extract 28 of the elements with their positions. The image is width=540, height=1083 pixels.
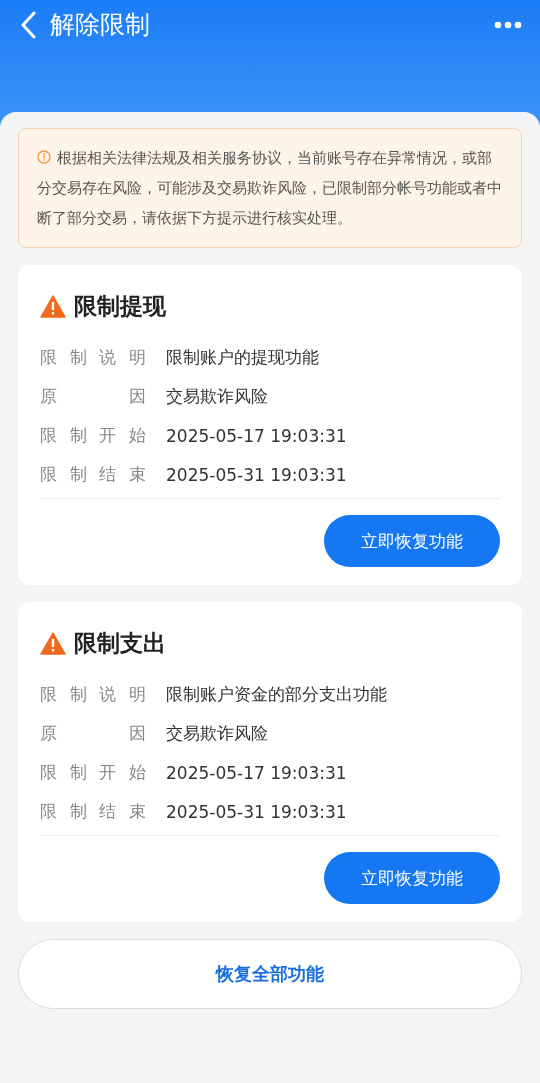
field-value: 交易欺诈风险 — [166, 385, 268, 408]
field-label: 限制开始 — [40, 761, 146, 784]
field-value: 交易欺诈风险 — [166, 722, 268, 745]
field-label: 限制开始 — [40, 424, 146, 447]
field-value: 2025-05-31 19:03:31 — [166, 801, 347, 822]
back-icon[interactable] — [20, 11, 36, 39]
card-title: 限制提现 — [74, 292, 166, 321]
field-label: 限制说明 — [40, 346, 146, 369]
field-value: 2025-05-17 19:03:31 — [166, 762, 347, 783]
field-value: 2025-05-31 19:03:31 — [166, 464, 347, 485]
field-label: 原因 — [40, 385, 146, 408]
info-icon — [37, 150, 51, 164]
field-value: 限制账户的提现功能 — [166, 346, 319, 369]
field-label: 原因 — [40, 722, 146, 745]
field-label: 限制结束 — [40, 800, 146, 823]
more-icon[interactable] — [494, 21, 522, 29]
page-title: 解除限制 — [50, 10, 151, 40]
card-title: 限制支出 — [74, 629, 166, 658]
field-label: 限制结束 — [40, 463, 146, 486]
field-value: 2025-05-17 19:03:31 — [166, 425, 347, 446]
field-value: 限制账户资金的部分支出功能 — [166, 683, 387, 706]
warning-icon — [40, 295, 66, 318]
restore-button[interactable]: 立即恢复功能 — [324, 515, 500, 567]
notice-text: 根据相关法律法规及相关服务协议，当前账号存在异常情况，或部分交易存在风险，可能涉及交易欺诈风险，已限制部分帐号功能或者中断了部分交易，请依据下方提示进行核实处理。 — [37, 148, 503, 229]
warning-icon — [40, 632, 66, 655]
restore-all-button[interactable]: 恢复全部功能 — [18, 939, 522, 1009]
restore-button[interactable]: 立即恢复功能 — [324, 852, 500, 904]
field-label: 限制说明 — [40, 683, 146, 706]
